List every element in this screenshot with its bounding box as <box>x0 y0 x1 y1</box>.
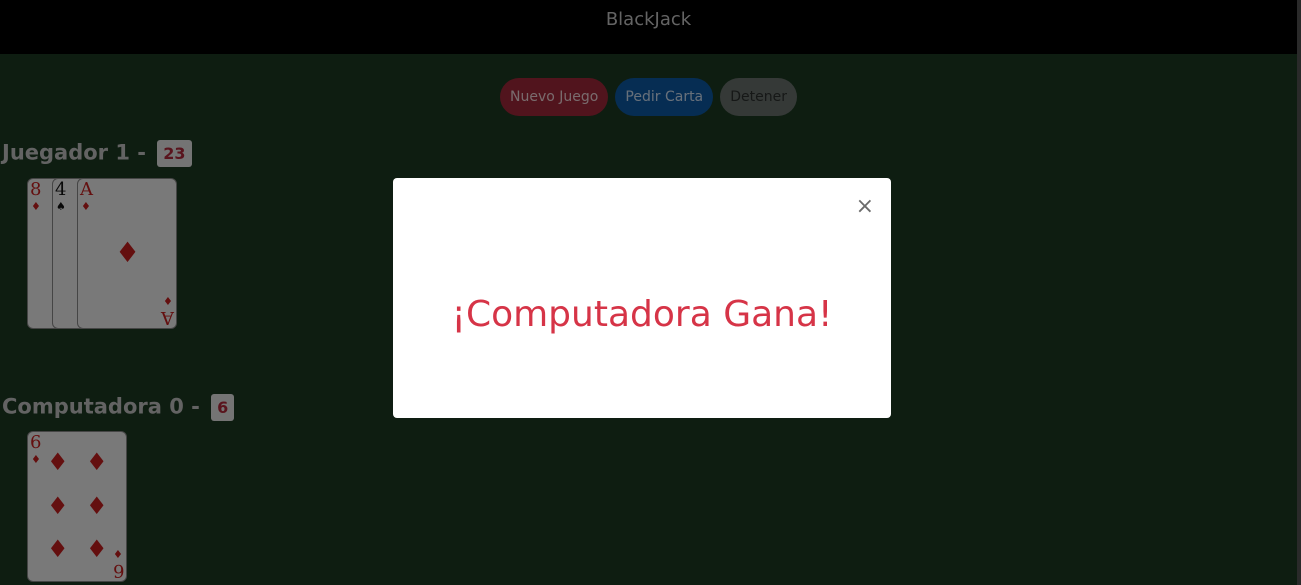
result-modal: × ¡Computadora Gana! <box>393 178 891 418</box>
result-message: ¡Computadora Gana! <box>451 294 833 335</box>
close-icon[interactable]: × <box>856 196 874 218</box>
scrollbar[interactable] <box>1297 0 1301 585</box>
